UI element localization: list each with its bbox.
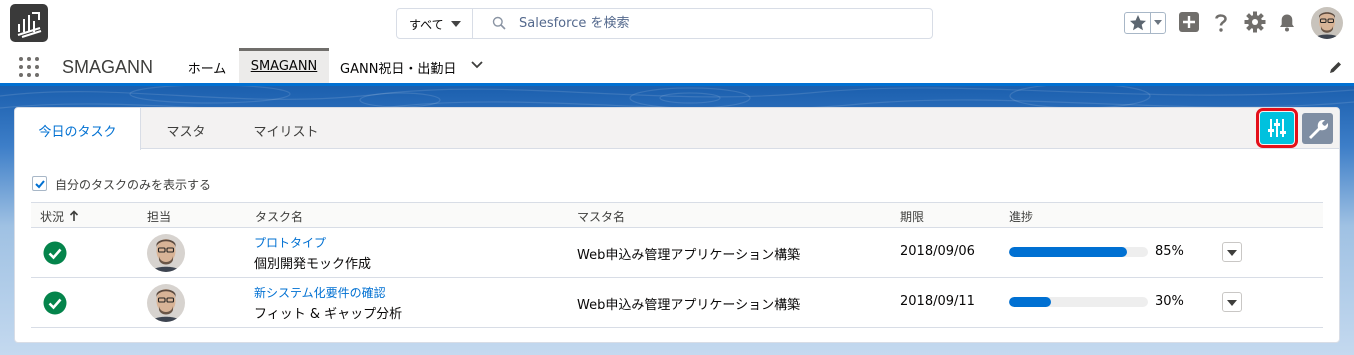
my-tasks-checkbox[interactable]: [32, 176, 47, 191]
app-launcher-icon[interactable]: [19, 57, 39, 77]
app-name: SMAGANN: [62, 57, 154, 77]
filter-settings-button[interactable]: [1256, 108, 1298, 148]
edit-nav-icon[interactable]: [1328, 60, 1343, 75]
table-row: 新システム化要件の確認 フィット & ギャップ分析 Web申込み管理アプリケーシ…: [31, 278, 1323, 328]
progress-bar: [1009, 247, 1148, 257]
user-avatar[interactable]: [1311, 7, 1343, 39]
table-row: プロトタイプ 個別開発モック作成 Web申込み管理アプリケーション構築 2018…: [31, 228, 1323, 278]
plus-icon[interactable]: [1178, 11, 1200, 33]
global-search: すべて: [396, 8, 933, 39]
checkmark-icon: [35, 180, 45, 189]
column-header-master-name[interactable]: マスタ名: [577, 208, 625, 225]
bell-icon[interactable]: [1276, 11, 1298, 33]
search-input[interactable]: [519, 14, 919, 33]
row-actions-button[interactable]: [1222, 242, 1242, 262]
task-name: フィット & ギャップ分析: [254, 307, 403, 322]
caret-down-icon: [1227, 300, 1237, 306]
master-name: Web申込み管理アプリケーション構築: [577, 248, 801, 263]
help-icon[interactable]: [1210, 11, 1232, 33]
task-card: 今日のタスク マスタ マイリスト 自分のタスクのみを表示する 状況 担当 タスク…: [14, 107, 1340, 343]
column-header-status[interactable]: 状況: [40, 208, 79, 225]
progress-bar-fill: [1009, 247, 1128, 257]
sort-ascending-icon: [69, 210, 79, 221]
card-tab-bar: 今日のタスク マスタ マイリスト: [15, 108, 1339, 150]
column-header-progress[interactable]: 進捗: [1009, 208, 1033, 225]
tab-master[interactable]: マスタ: [141, 108, 231, 149]
caret-down-icon: [1227, 250, 1237, 256]
star-icon[interactable]: [1127, 13, 1149, 33]
column-header-task-name[interactable]: タスク名: [255, 208, 303, 225]
table-header: 状況 担当 タスク名 マスタ名 期限 進捗: [31, 202, 1323, 228]
wrench-icon: [1309, 120, 1328, 139]
search-icon: [492, 16, 506, 30]
check-circle-icon: [43, 291, 67, 315]
app-logo-icon[interactable]: [10, 4, 48, 42]
nav-tab-smagann[interactable]: SMAGANN: [239, 48, 329, 83]
task-link[interactable]: プロトタイプ: [254, 234, 326, 251]
gear-icon[interactable]: [1244, 11, 1266, 33]
favorites-dropdown-button[interactable]: [1150, 13, 1165, 33]
setup-button[interactable]: [1302, 113, 1333, 144]
row-actions-button[interactable]: [1222, 292, 1242, 312]
global-header: すべて: [0, 0, 1354, 46]
progress-bar: [1009, 297, 1148, 307]
assignee-avatar: [147, 234, 185, 272]
search-scope-select[interactable]: すべて: [397, 9, 473, 38]
caret-down-icon: [451, 21, 461, 27]
search-scope-label: すべて: [409, 18, 444, 32]
tab-today-tasks[interactable]: 今日のタスク: [15, 108, 141, 150]
progress-percent: 30%: [1155, 294, 1184, 309]
assignee-avatar: [147, 284, 185, 322]
check-circle-icon: [43, 241, 67, 265]
tab-my-list[interactable]: マイリスト: [231, 108, 341, 149]
master-name: Web申込み管理アプリケーション構築: [577, 298, 801, 313]
favorites-button-group: [1124, 12, 1166, 34]
progress-percent: 85%: [1155, 244, 1184, 259]
nav-tab-home[interactable]: ホーム: [178, 48, 236, 83]
sliders-icon: [1268, 119, 1286, 137]
progress-bar-fill: [1009, 297, 1051, 307]
caret-down-icon: [1154, 20, 1162, 25]
app-nav-bar: SMAGANN ホーム SMAGANN GANN祝日・出勤日: [0, 48, 1354, 86]
task-name: 個別開発モック作成: [254, 257, 372, 272]
column-header-assignee[interactable]: 担当: [147, 208, 171, 225]
my-tasks-checkbox-label: 自分のタスクのみを表示する: [55, 178, 212, 192]
chevron-down-icon[interactable]: [470, 60, 484, 70]
task-link[interactable]: 新システム化要件の確認: [254, 284, 386, 301]
nav-tab-gann-holidays[interactable]: GANN祝日・出勤日: [340, 48, 460, 83]
column-header-due-date[interactable]: 期限: [900, 208, 924, 225]
due-date: 2018/09/11: [900, 294, 975, 309]
due-date: 2018/09/06: [900, 244, 975, 259]
